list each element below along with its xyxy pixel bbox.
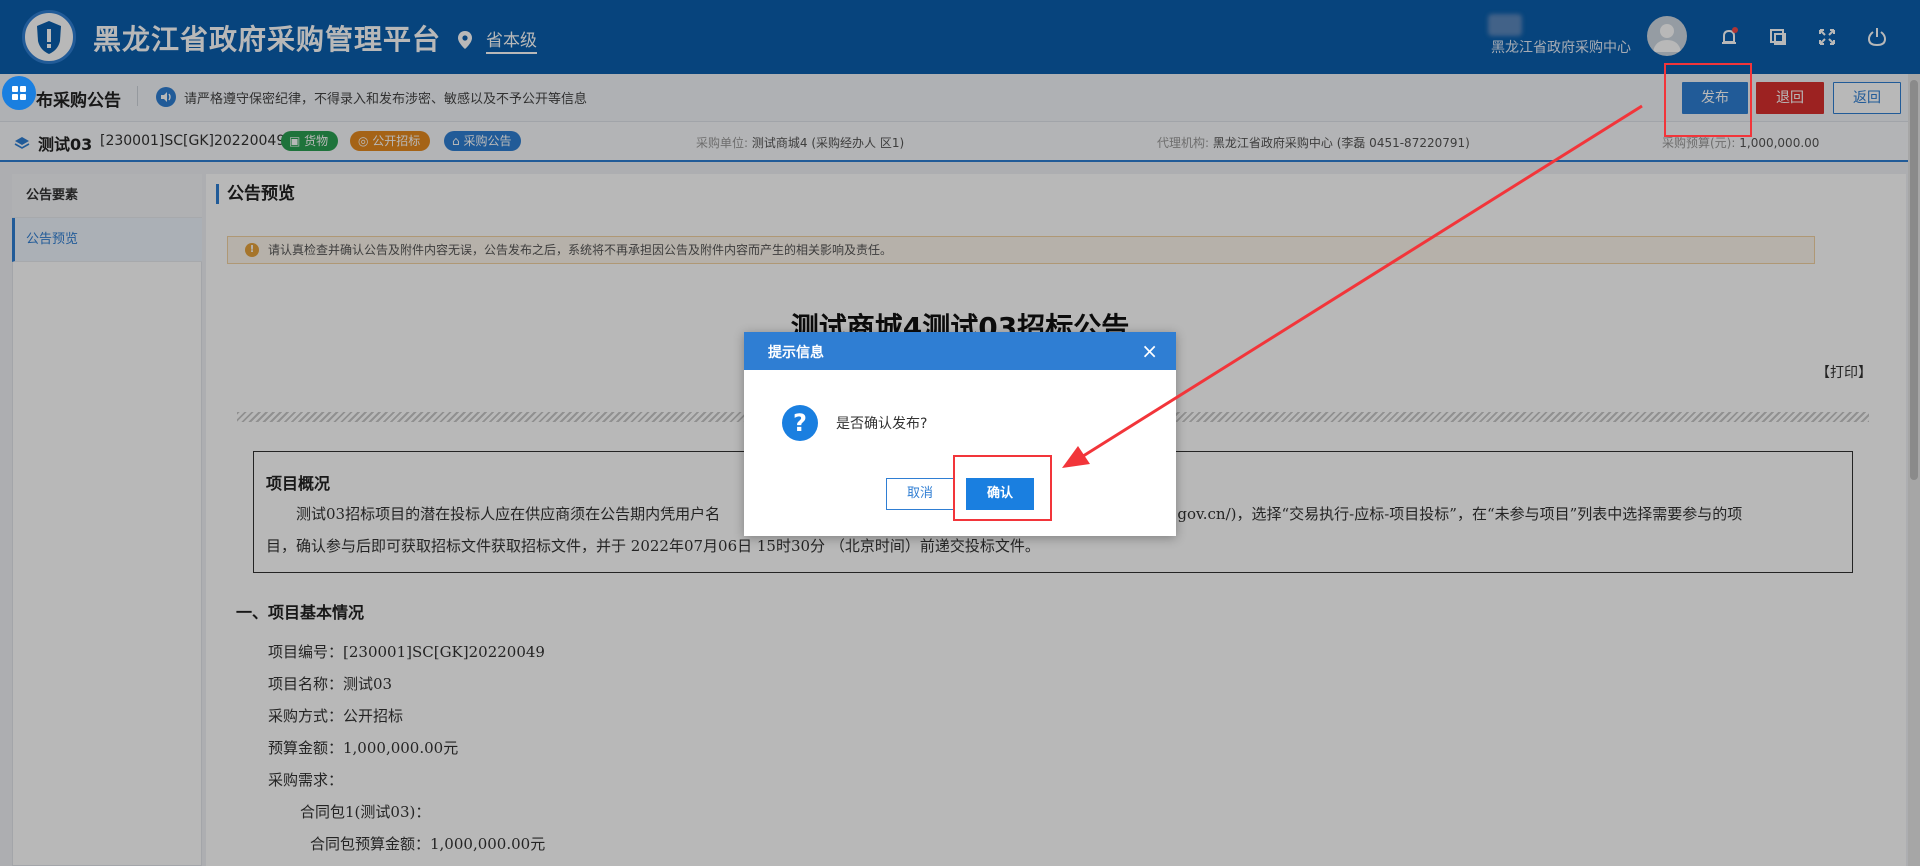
app-launcher-icon[interactable] bbox=[2, 76, 36, 110]
annotation-arrow bbox=[1062, 104, 1643, 468]
